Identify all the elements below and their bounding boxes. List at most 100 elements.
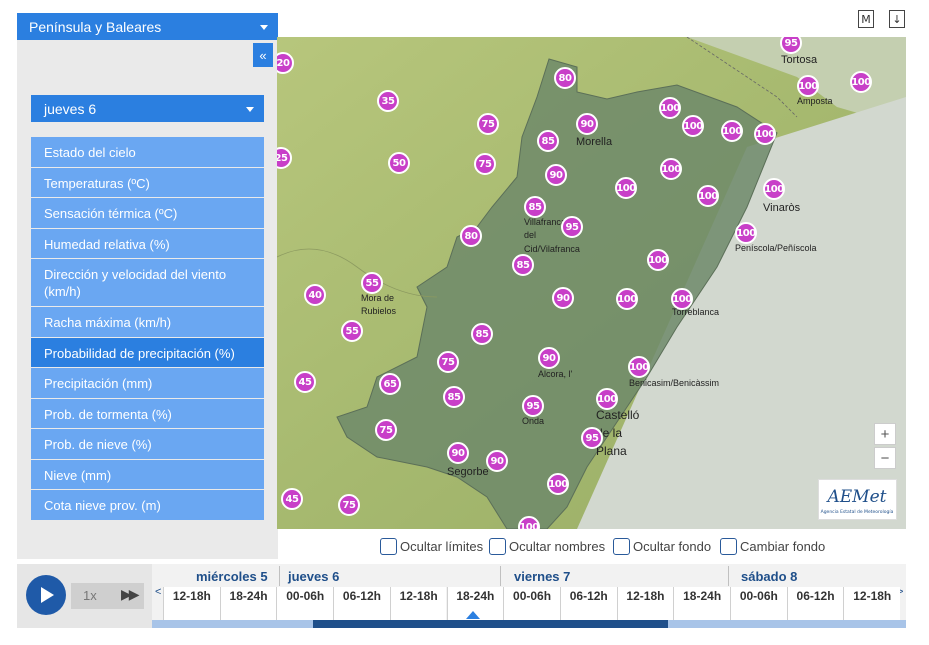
- probability-marker[interactable]: 100: [682, 115, 704, 137]
- probability-marker[interactable]: 90: [538, 347, 560, 369]
- probability-marker[interactable]: 65: [379, 373, 401, 395]
- map-mode-button[interactable]: M: [858, 10, 874, 28]
- toggle-hide-names[interactable]: Ocultar nombres: [489, 538, 605, 555]
- menu-item[interactable]: Nieve (mm): [31, 459, 264, 490]
- probability-marker[interactable]: 40: [304, 284, 326, 306]
- region-select[interactable]: Península y Baleares: [17, 13, 278, 40]
- place-label: Castelló: [596, 408, 640, 422]
- probability-marker[interactable]: 85: [537, 130, 559, 152]
- zoom-out-button[interactable]: −: [874, 447, 896, 469]
- probability-marker[interactable]: 90: [447, 442, 469, 464]
- day-select[interactable]: jueves 6: [31, 95, 264, 122]
- probability-marker[interactable]: 100: [735, 222, 757, 244]
- probability-marker[interactable]: 45: [294, 371, 316, 393]
- timeline-slot[interactable]: 12-18h: [163, 587, 220, 621]
- timeline-prev-button[interactable]: <: [155, 586, 161, 598]
- probability-marker[interactable]: 100: [763, 178, 785, 200]
- probability-marker[interactable]: 75: [338, 494, 360, 516]
- checkbox-icon[interactable]: [489, 538, 506, 555]
- probability-marker[interactable]: 100: [615, 177, 637, 199]
- probability-marker[interactable]: 95: [522, 395, 544, 417]
- menu-item[interactable]: Dirección y velocidad del viento (km/h): [31, 259, 264, 307]
- timeline-slot[interactable]: 00-06h: [276, 587, 334, 621]
- probability-marker[interactable]: 100: [754, 123, 776, 145]
- probability-marker[interactable]: 75: [375, 419, 397, 441]
- menu-item[interactable]: Precipitación (mm): [31, 368, 264, 399]
- probability-marker[interactable]: 45: [281, 488, 303, 510]
- toggle-hide-limits[interactable]: Ocultar límites: [380, 538, 483, 555]
- timeline-slot[interactable]: 00-06h: [730, 587, 787, 621]
- probability-marker[interactable]: 100: [671, 288, 693, 310]
- probability-marker[interactable]: 100: [596, 388, 618, 410]
- probability-marker[interactable]: 55: [341, 320, 363, 342]
- timeline-slot[interactable]: 18-24h: [219, 587, 277, 621]
- probability-marker[interactable]: 35: [377, 90, 399, 112]
- probability-marker[interactable]: 95: [581, 427, 603, 449]
- menu-item[interactable]: Probabilidad de precipitación (%): [31, 337, 264, 368]
- probability-marker[interactable]: 100: [660, 158, 682, 180]
- download-icon[interactable]: ↓: [889, 10, 905, 28]
- toggle-change-background[interactable]: Cambiar fondo: [720, 538, 825, 555]
- probability-marker[interactable]: 100: [647, 249, 669, 271]
- probability-marker[interactable]: 100: [659, 97, 681, 119]
- place-label: Alcora, l': [538, 369, 573, 379]
- probability-marker[interactable]: 75: [474, 153, 496, 175]
- day-divider: [279, 566, 280, 586]
- place-label: Segorbe: [447, 466, 489, 478]
- timeline-slot[interactable]: 12-18h: [843, 587, 901, 621]
- probability-marker[interactable]: 100: [850, 71, 872, 93]
- zoom-in-button[interactable]: +: [874, 423, 896, 445]
- probability-marker[interactable]: 100: [616, 288, 638, 310]
- checkbox-icon[interactable]: [380, 538, 397, 555]
- place-label: Morella: [576, 136, 613, 148]
- menu-item[interactable]: Estado del cielo: [31, 137, 264, 168]
- timeline-slot[interactable]: 12-18h: [616, 587, 674, 621]
- menu-item[interactable]: Humedad relativa (%): [31, 228, 264, 259]
- timeline-range[interactable]: [313, 620, 668, 628]
- place-label: Tortosa: [781, 54, 818, 66]
- menu-item[interactable]: Temperaturas (ºC): [31, 167, 264, 198]
- place-label: Onda: [522, 416, 545, 426]
- probability-marker[interactable]: 80: [554, 67, 576, 89]
- probability-marker[interactable]: 75: [477, 113, 499, 135]
- probability-marker[interactable]: 85: [471, 323, 493, 345]
- probability-marker[interactable]: 100: [721, 120, 743, 142]
- menu-item[interactable]: Cota nieve prov. (m): [31, 490, 264, 521]
- probability-marker[interactable]: 100: [697, 185, 719, 207]
- probability-marker[interactable]: 90: [576, 113, 598, 135]
- probability-marker[interactable]: 90: [486, 450, 508, 472]
- probability-marker[interactable]: 100: [628, 356, 650, 378]
- timeline-slot[interactable]: 12-18h: [389, 587, 447, 621]
- menu-item[interactable]: Racha máxima (km/h): [31, 307, 264, 338]
- probability-marker[interactable]: 85: [512, 254, 534, 276]
- place-label: Rubielos: [361, 306, 397, 316]
- probability-marker[interactable]: 95: [561, 216, 583, 238]
- timeline-slot[interactable]: 06-12h: [786, 587, 844, 621]
- timeline-slot[interactable]: 06-12h: [559, 587, 617, 621]
- aemet-logo[interactable]: AEMet Agencia Estatal de Meteorología: [818, 479, 897, 520]
- timeline-slot[interactable]: 06-12h: [333, 587, 390, 621]
- fast-forward-icon[interactable]: ▶▶: [121, 586, 139, 603]
- probability-marker[interactable]: 55: [361, 272, 383, 294]
- toggle-hide-background[interactable]: Ocultar fondo: [613, 538, 711, 555]
- timeline-slot[interactable]: 18-24h: [673, 587, 730, 621]
- map-view[interactable]: Tortosa Amposta Morella Vinaròs Villafranca d…: [277, 37, 906, 529]
- timeline-slot[interactable]: 00-06h: [503, 587, 560, 621]
- probability-marker[interactable]: 75: [437, 351, 459, 373]
- probability-marker[interactable]: 85: [443, 386, 465, 408]
- checkbox-icon[interactable]: [720, 538, 737, 555]
- menu-item[interactable]: Prob. de nieve (%): [31, 429, 264, 460]
- probability-marker[interactable]: 50: [388, 152, 410, 174]
- menu-item[interactable]: Sensación térmica (ºC): [31, 198, 264, 229]
- play-button[interactable]: [26, 575, 66, 615]
- probability-marker[interactable]: 100: [797, 75, 819, 97]
- probability-marker[interactable]: 85: [524, 196, 546, 218]
- logo-subtext: Agencia Estatal de Meteorología: [821, 508, 894, 515]
- menu-item[interactable]: Prob. de tormenta (%): [31, 398, 264, 429]
- probability-marker[interactable]: 100: [547, 473, 569, 495]
- checkbox-icon[interactable]: [613, 538, 630, 555]
- collapse-panel-button[interactable]: «: [253, 43, 273, 67]
- probability-marker[interactable]: 90: [552, 287, 574, 309]
- probability-marker[interactable]: 80: [460, 225, 482, 247]
- probability-marker[interactable]: 90: [545, 164, 567, 186]
